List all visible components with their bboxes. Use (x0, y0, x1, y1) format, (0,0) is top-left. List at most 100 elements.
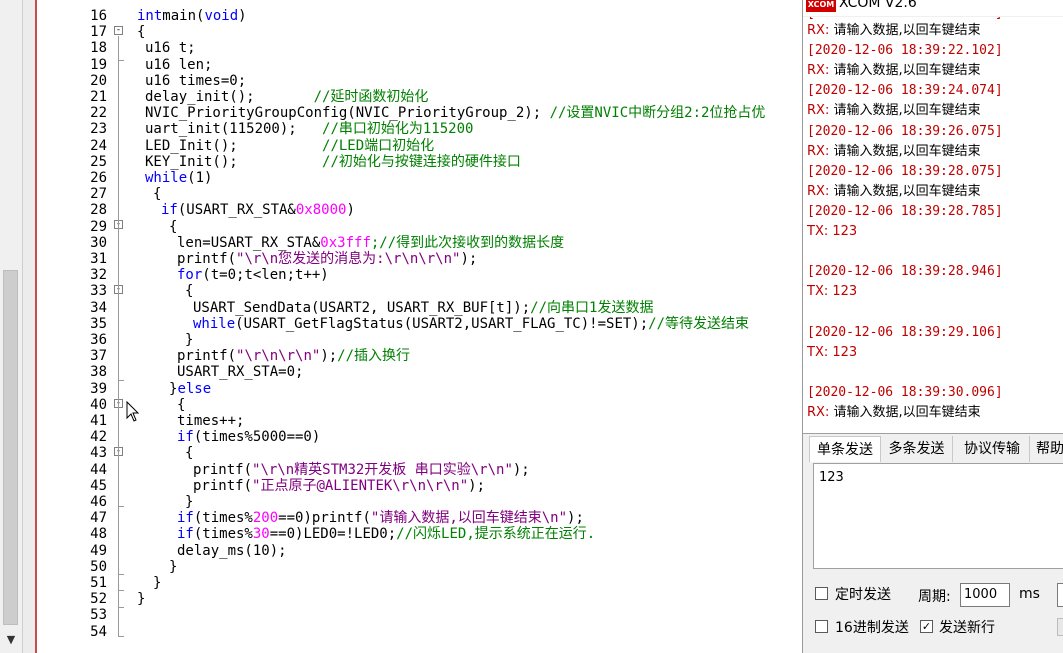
code-line[interactable]: } (185, 494, 193, 510)
period-label: 周期: (918, 589, 951, 605)
code-line[interactable]: { (169, 219, 177, 235)
line-number: 50 (90, 558, 107, 575)
rx-line: RX: 请输入数据,以回车键结束 (807, 63, 981, 79)
xcom-titlebar: XCOM XCOM V2.6 (803, 0, 1063, 16)
xcom-title: XCOM V2.6 (839, 0, 917, 11)
line-number: 41 (90, 413, 107, 429)
code-line[interactable]: printf("正点原子@ALIENTEK\r\n\r\n"); (193, 478, 485, 494)
line-number: 21 (90, 89, 107, 105)
partial-button[interactable] (1057, 618, 1063, 636)
code-line[interactable]: printf("\r\n\r\n");//插入换行 (177, 348, 410, 364)
line-number: 37 (90, 348, 107, 365)
line-number: 33 (90, 283, 107, 300)
partial-control[interactable] (1057, 583, 1063, 607)
timestamp-line: [2020-12-06 18:39:26.075] (807, 123, 1003, 139)
code-line[interactable]: for(t=0;t<len;t++) (177, 267, 329, 283)
line-number: 19 (90, 56, 107, 73)
code-line[interactable]: if(times%5000==0) (177, 429, 320, 445)
send-tabs: 单条发送 多条发送 协议传输 帮助 (803, 436, 1063, 462)
line-number: 29 (90, 218, 107, 235)
receive-area[interactable]: RX: 请输入数据,以回车键结束 [2020-12-06 18:39:22.102… (803, 17, 1063, 434)
code-line[interactable]: printf("\r\n您发送的消息为:\r\n\r\n"); (177, 251, 477, 267)
tx-line: TX: 123 (807, 224, 858, 239)
scrollbar-thumb[interactable] (3, 270, 18, 625)
code-line[interactable]: uart_init(115200); //串口初始化为115200 (145, 121, 473, 137)
fold-toggle-icon[interactable]: - (114, 26, 123, 35)
timestamp-line: [2020-12-06 18:39:30.096] (807, 384, 1003, 400)
line-number: 52 (90, 591, 107, 608)
code-line[interactable]: if(USART_RX_STA&0x8000) (161, 202, 355, 218)
timed-send-checkbox[interactable] (815, 587, 828, 600)
mouse-pointer-icon (126, 401, 140, 422)
line-number: 38 (90, 364, 107, 381)
rx-line: RX: 请输入数据,以回车键结束 (807, 183, 981, 199)
code-line[interactable]: } (137, 591, 145, 607)
code-line[interactable]: { (185, 445, 193, 461)
fold-end-marker (118, 380, 124, 381)
code-line[interactable]: }else (169, 381, 211, 397)
code-line[interactable]: { (185, 283, 193, 299)
code-line[interactable]: KEY_Init(); //初始化与按键连接的硬件接口 (145, 154, 521, 170)
line-number: 35 (90, 315, 107, 332)
xcom-logo: XCOM (806, 0, 836, 12)
code-line[interactable]: NVIC_PriorityGroupConfig(NVIC_PriorityGr… (145, 105, 765, 121)
hex-send-checkbox[interactable] (815, 620, 828, 633)
line-number: 49 (90, 542, 107, 559)
code-line[interactable]: times++; (177, 413, 244, 429)
code-line[interactable]: } (185, 332, 193, 348)
editor-vertical-scrollbar[interactable]: ▼ (0, 0, 23, 653)
line-number: 30 (90, 234, 107, 251)
line-number: 51 (90, 575, 107, 591)
fold-end-marker (118, 60, 124, 61)
timestamp-line: [2020-12-06 18:39:28.075] (807, 163, 1003, 179)
tab-multi-send[interactable]: 多条发送 (881, 436, 953, 462)
tab-single-send[interactable]: 单条发送 (809, 436, 881, 462)
line-number: 20 (90, 72, 107, 89)
line-number: 28 (90, 202, 107, 219)
code-line[interactable]: { (177, 397, 185, 413)
scroll-down-arrow-icon[interactable]: ▼ (4, 633, 18, 647)
line-number: 44 (90, 461, 107, 478)
code-line[interactable]: u16 len; (145, 57, 212, 73)
code-line[interactable]: intmain(void) (137, 8, 247, 24)
line-number: 43 (90, 445, 107, 462)
period-input[interactable]: 1000 (960, 583, 1010, 607)
rx-line: RX: 请输入数据,以回车键结束 (807, 23, 981, 38)
code-line[interactable]: while(1) (145, 170, 212, 186)
fold-guide-line (118, 36, 119, 636)
fold-end-marker (118, 607, 124, 608)
send-input[interactable]: 123 (813, 463, 1063, 569)
editor-margin (23, 0, 35, 653)
code-line[interactable]: USART_RX_STA=0; (177, 364, 303, 380)
tx-line: TX: 123 (807, 284, 858, 300)
tab-help[interactable]: 帮助 (1032, 436, 1063, 462)
code-line[interactable]: { (137, 24, 145, 40)
timestamp-line: [2020-12-06 18:39:28.785] (807, 203, 1003, 219)
code-editor[interactable]: intmain(void){u16 t; u16 len; u16 times=0;… (137, 0, 802, 653)
send-newline-checkbox[interactable]: ✓ (920, 620, 933, 633)
code-line[interactable]: delay_ms(10); (177, 543, 287, 559)
code-line[interactable]: len=USART_RX_STA&0x3fff;//得到此次接收到的数据长度 (177, 235, 564, 251)
code-line[interactable]: LED_Init(); //LED端口初始化 (145, 138, 434, 154)
code-line[interactable]: if(times%200==0)printf("请输入数据,以回车键结束\n")… (177, 510, 584, 526)
line-number: 26 (90, 170, 107, 186)
code-line[interactable]: u16 times=0; (145, 73, 246, 89)
tab-protocol[interactable]: 协议传输 (955, 436, 1030, 462)
code-line[interactable]: USART_SendData(USART2, USART_RX_BUF[t]);… (193, 300, 653, 316)
code-line[interactable]: u16 t; (145, 40, 196, 56)
code-line[interactable]: } (153, 575, 161, 591)
xcom-window: XCOM XCOM V2.6 RX: 请输入数据,以回车键结束 [2020-12-… (802, 0, 1063, 653)
code-line[interactable]: while(USART_GetFlagStatus(USART2,USART_F… (193, 316, 749, 332)
code-line[interactable]: { (153, 186, 161, 202)
code-line[interactable]: } (169, 559, 177, 575)
timed-send-label: 定时发送 (835, 587, 891, 603)
timestamp-line: [2020-12-06 18:39:29.106] (807, 324, 1003, 340)
code-line[interactable]: delay_init(); //延时函数初始化 (145, 89, 428, 105)
line-number: 48 (90, 526, 107, 543)
line-number: 54 (90, 623, 107, 640)
code-line[interactable]: printf("\r\n精英STM32开发板 串口实验\r\n"); (193, 462, 530, 478)
line-number: 27 (90, 186, 107, 203)
rx-line: RX: 请输入数据,以回车键结束 (807, 103, 981, 119)
code-line[interactable]: if(times%30==0)LED0=!LED0;//闪烁LED,提示系统正在… (177, 526, 595, 542)
period-unit: ms (1019, 586, 1040, 602)
